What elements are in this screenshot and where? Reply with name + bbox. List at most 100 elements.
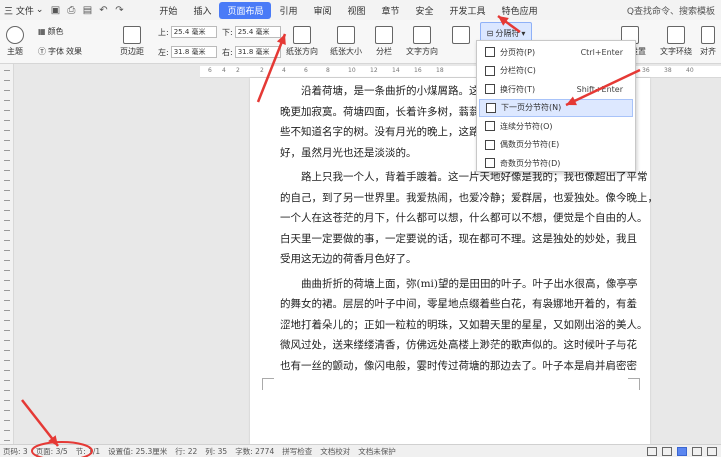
tab-0[interactable]: 开始 <box>151 2 185 19</box>
text-wrap-button[interactable]: 文字环绕 <box>660 26 692 57</box>
section-info[interactable]: 节: 1/1 <box>76 446 100 457</box>
font-button[interactable]: Ⓣ 字体 效果 <box>38 46 82 57</box>
print-icon[interactable]: ⎙ <box>64 3 78 17</box>
right-margin-field[interactable]: 右: 31.8 毫米 <box>222 46 281 58</box>
align-button[interactable]: 对齐 <box>700 26 716 57</box>
outline-view-icon[interactable] <box>692 446 702 456</box>
theme-button[interactable]: 主题 <box>6 26 24 57</box>
tab-6[interactable]: 章节 <box>374 2 408 19</box>
line-number-icon <box>452 26 470 44</box>
bottom-margin-field[interactable]: 下: 25.4 毫米 <box>222 26 281 38</box>
ribbon-tabs: 开始 插入 页面布局 引用 审阅 视图 章节 安全 开发工具 特色应用 <box>151 1 546 19</box>
page-count[interactable]: 页面: 3/5 <box>36 446 68 457</box>
break-label: 分隔符 <box>495 28 520 38</box>
columns-label: 分栏 <box>376 47 392 56</box>
undo-icon[interactable]: ↶ <box>96 3 110 17</box>
ruler-number: 18 <box>436 67 444 74</box>
break-menu-label: 换行符(T) <box>500 84 536 94</box>
ruler-tick <box>4 230 10 231</box>
tab-3[interactable]: 引用 <box>271 2 305 19</box>
ruler-tick <box>4 280 10 281</box>
settings-value[interactable]: 设置值: 25.3厘米 <box>108 446 167 457</box>
ruler-tick <box>4 350 10 351</box>
ruler-number: 40 <box>686 67 694 74</box>
redo-icon[interactable]: ↷ <box>112 3 126 17</box>
effect-label[interactable]: 效果 <box>66 46 82 57</box>
ruler-tick <box>4 330 10 331</box>
color-button[interactable]: ▦ 颜色 <box>38 26 64 37</box>
reading-view-icon[interactable] <box>662 446 672 456</box>
tab-4[interactable]: 审阅 <box>305 2 339 19</box>
chevron-down-icon: ⌄ <box>35 5 44 15</box>
tab-5[interactable]: 视图 <box>340 2 374 19</box>
word-count[interactable]: 字数: 2774 <box>235 446 274 457</box>
break-type-icon <box>485 121 495 131</box>
tab-9[interactable]: 特色应用 <box>494 2 546 19</box>
protect-status[interactable]: 文档未保护 <box>358 446 396 457</box>
ruler-tick <box>4 310 10 311</box>
text-direction-button[interactable]: 文字方向 <box>406 26 438 57</box>
color-label: 颜色 <box>47 27 64 36</box>
page-view-icon[interactable] <box>677 446 687 456</box>
top-margin-value[interactable]: 25.4 毫米 <box>170 26 217 38</box>
spell-check-button[interactable]: 拼写检查 <box>282 446 312 457</box>
break-type-icon <box>485 47 495 57</box>
file-menu-label: 三 文件 <box>4 6 34 17</box>
bottom-margin-value[interactable]: 25.4 毫米 <box>234 26 281 38</box>
tab-8[interactable]: 开发工具 <box>442 2 494 19</box>
row-info: 行: 22 <box>175 446 198 456</box>
break-menu-item-0[interactable]: 分页符(P) Ctrl+Enter <box>479 43 633 61</box>
ruler-tick <box>4 190 10 191</box>
ruler-number: 14 <box>392 67 400 74</box>
break-menu-label: 下一页分节符(N) <box>501 103 562 112</box>
vertical-ruler[interactable] <box>0 64 14 444</box>
tab-7[interactable]: 安全 <box>408 2 442 19</box>
preview-icon[interactable]: ▤ <box>80 3 94 17</box>
break-menu-label: 奇数页分节符(D) <box>500 158 561 168</box>
size-button[interactable]: 纸张大小 <box>330 26 362 57</box>
left-margin-field[interactable]: 左: 31.8 毫米 <box>158 46 217 58</box>
ruler-number: 12 <box>370 67 378 74</box>
save-icon[interactable]: ▣ <box>48 3 62 17</box>
ruler-tick <box>4 170 10 171</box>
break-menu-item-6[interactable]: 奇数页分节符(D) <box>479 154 633 172</box>
break-menu-item-4[interactable]: 连续分节符(O) <box>479 117 633 135</box>
paper-size-icon <box>337 26 355 44</box>
full-screen-icon[interactable] <box>647 446 657 456</box>
margin-button[interactable]: 页边距 <box>120 26 144 57</box>
ruler-tick <box>4 320 10 321</box>
left-margin-value[interactable]: 31.8 毫米 <box>170 46 217 58</box>
web-view-icon[interactable] <box>707 446 717 456</box>
top-margin-field[interactable]: 上: 25.4 毫米 <box>158 26 217 38</box>
proofread-button[interactable]: 文档校对 <box>320 446 350 457</box>
break-menu-item-5[interactable]: 偶数页分节符(E) <box>479 136 633 154</box>
right-margin-value[interactable]: 31.8 毫米 <box>234 46 281 58</box>
break-type-icon <box>485 65 495 76</box>
menu-bar: 三 文件 ⌄ ▣ ⎙ ▤ ↶ ↷ 开始 插入 页面布局 引用 审阅 视图 章节 安全 开发工具特… <box>0 0 721 20</box>
ruler-tick <box>4 150 10 151</box>
file-menu[interactable]: 三 文件 ⌄ <box>0 4 47 17</box>
ruler-tick <box>4 270 10 271</box>
break-menu-item-1[interactable]: 分栏符(C) <box>479 62 633 80</box>
break-menu-item-3[interactable]: 下一页分节符(N) <box>479 98 633 117</box>
ruler-tick <box>4 340 10 341</box>
right-margin-label: 右: <box>222 47 233 57</box>
break-menu-label: 分栏符(C) <box>500 66 536 75</box>
tab-2[interactable]: 页面布局 <box>219 1 272 19</box>
orientation-button[interactable]: 纸张方向 <box>286 26 318 57</box>
ruler-tick <box>4 110 10 111</box>
break-icon: ⊟ <box>486 28 494 38</box>
columns-button[interactable]: 分栏 <box>375 26 393 57</box>
break-menu-item-2[interactable]: 换行符(T) Shift+Enter <box>479 80 633 98</box>
ruler-number: 4 <box>222 67 226 74</box>
line-number-button[interactable] <box>452 26 470 46</box>
search-box[interactable]: Q查找命令、搜索模板 <box>627 4 721 17</box>
tab-1[interactable]: 插入 <box>185 2 219 19</box>
font-label: 字体 <box>48 47 64 56</box>
page-number[interactable]: 页码: 3 <box>3 446 28 457</box>
horizontal-ruler[interactable]: 642246810121416183234363840 <box>200 66 721 78</box>
margin-label: 页边距 <box>120 47 144 56</box>
left-margin-label: 左: <box>158 47 169 57</box>
ruler-tick <box>4 400 10 401</box>
ruler-tick <box>4 160 10 161</box>
